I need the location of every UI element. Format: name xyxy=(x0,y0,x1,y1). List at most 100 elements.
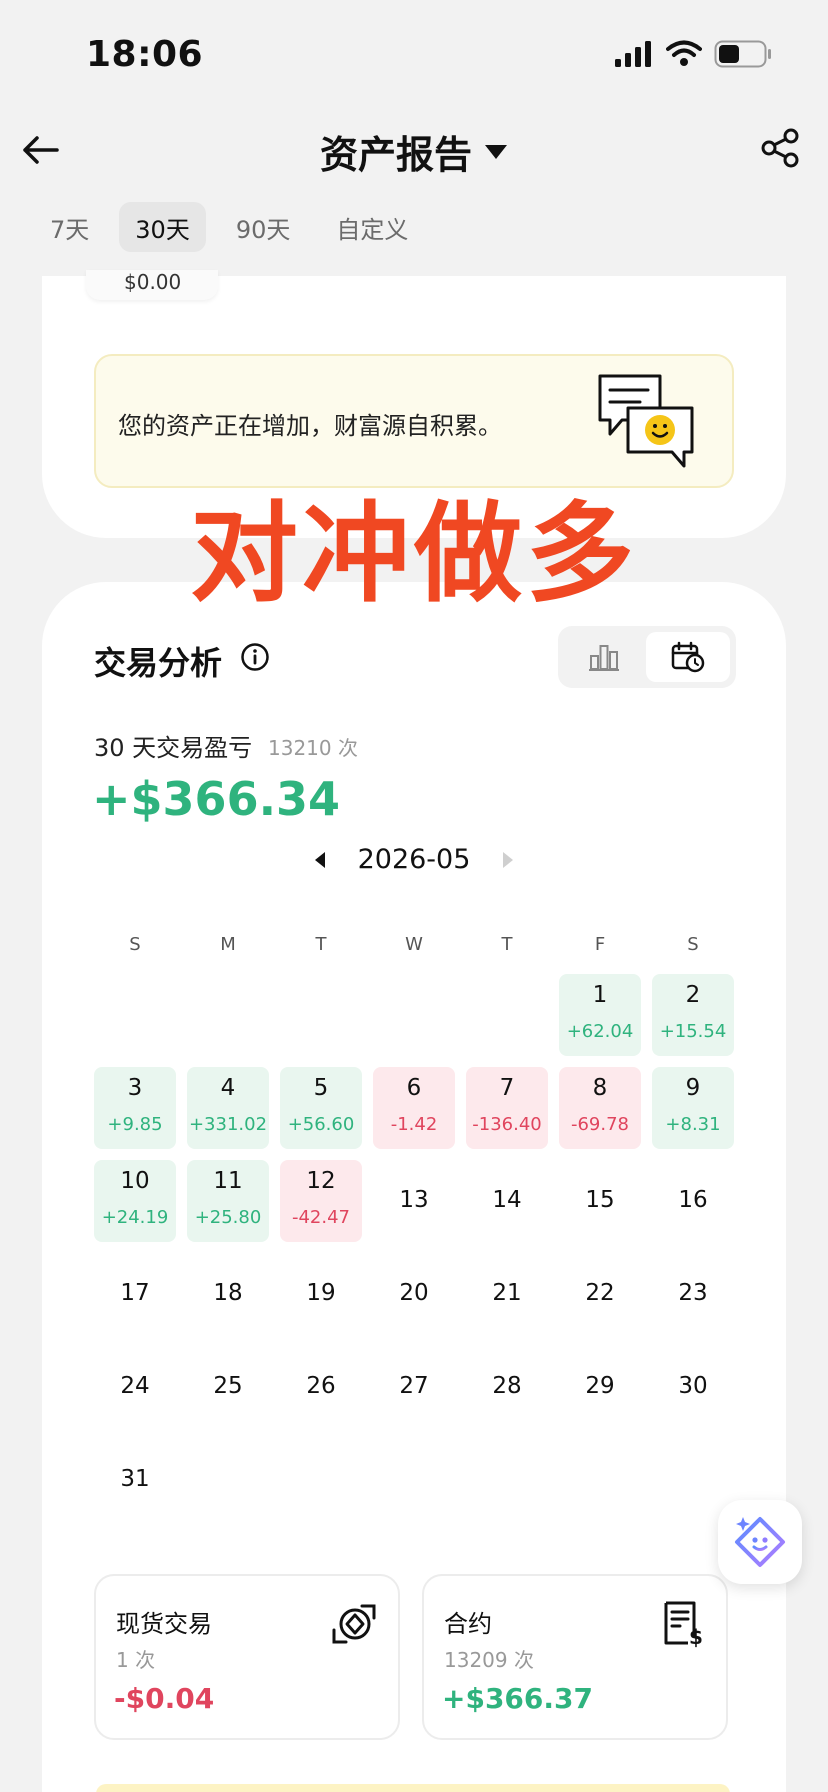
share-button[interactable] xyxy=(758,126,802,170)
spot-title: 现货交易 xyxy=(116,1610,212,1638)
day-pnl: +56.60 xyxy=(287,1114,355,1135)
calendar-day[interactable]: 1 +62.04 xyxy=(559,974,641,1056)
calendar-day[interactable]: 5 +56.60 xyxy=(280,1067,362,1149)
prev-month-button[interactable] xyxy=(310,848,330,872)
calendar-day[interactable]: 7 -136.40 xyxy=(466,1067,548,1149)
title-dropdown[interactable]: 资产报告 xyxy=(0,124,828,179)
day-pnl: +24.19 xyxy=(101,1207,169,1228)
day-number: 25 xyxy=(213,1373,243,1399)
day-number: 14 xyxy=(492,1187,522,1213)
bar-view-button[interactable] xyxy=(568,632,640,682)
calendar-day[interactable]: 9 +8.31 xyxy=(652,1067,734,1149)
overlay-slogan: 对冲做多 xyxy=(189,492,638,617)
calendar-day[interactable]: 3 +9.85 xyxy=(94,1067,176,1149)
day-number: 3 xyxy=(127,1075,143,1101)
day-number: 7 xyxy=(499,1075,515,1101)
weekday-tue: T xyxy=(315,934,327,955)
futures-title: 合约 xyxy=(444,1610,492,1638)
svg-text:$: $ xyxy=(689,1625,703,1648)
calendar-day[interactable]: 23 xyxy=(652,1253,734,1335)
calendar-clock-icon xyxy=(671,641,705,673)
day-number: 2 xyxy=(685,982,701,1008)
futures-count: 13209 次 xyxy=(444,1648,534,1672)
asset-banner: 您的资产正在增加，财富源自积累。 xyxy=(94,354,734,488)
status-icons xyxy=(614,40,772,68)
calendar-day[interactable]: 30 xyxy=(652,1346,734,1428)
calendar-day[interactable]: 27 xyxy=(373,1346,455,1428)
day-number: 15 xyxy=(585,1187,615,1213)
ai-assistant-icon xyxy=(735,1517,785,1567)
calendar-day[interactable]: 25 xyxy=(187,1346,269,1428)
futures-card[interactable]: 合约 13209 次 +$366.37 $ xyxy=(422,1574,728,1740)
day-number: 1 xyxy=(592,982,608,1008)
weekday-mon: M xyxy=(220,934,236,955)
calendar-day[interactable]: 20 xyxy=(373,1253,455,1335)
day-pnl: +62.04 xyxy=(566,1021,634,1042)
day-pnl: -69.78 xyxy=(570,1114,630,1135)
calendar-day[interactable]: 22 xyxy=(559,1253,641,1335)
wifi-icon xyxy=(666,40,702,66)
calendar-day[interactable]: 31 xyxy=(94,1439,176,1521)
month-label: 2026-05 xyxy=(357,844,471,875)
calendar-day[interactable]: 29 xyxy=(559,1346,641,1428)
signal-icon xyxy=(615,41,651,67)
calendar-day[interactable]: 26 xyxy=(280,1346,362,1428)
caret-down-icon xyxy=(485,144,507,159)
calendar-day[interactable]: 4 +331.02 xyxy=(187,1067,269,1149)
pnl-value: +$366.34 xyxy=(92,772,341,826)
futures-pnl: +$366.37 xyxy=(442,1682,593,1715)
page-title: 资产报告 xyxy=(319,133,472,177)
bottom-banner-edge xyxy=(96,1784,730,1792)
tab-30d[interactable]: 30天 xyxy=(119,202,206,252)
calendar-day[interactable]: 28 xyxy=(466,1346,548,1428)
weekday-thu: T xyxy=(501,934,513,955)
weekday-fri: F xyxy=(594,934,606,955)
calendar-day[interactable]: 15 xyxy=(559,1160,641,1242)
day-pnl: -136.40 xyxy=(472,1114,542,1135)
calendar-empty-cell xyxy=(373,974,455,1056)
next-month-button[interactable] xyxy=(498,848,518,872)
calendar-empty-cell xyxy=(280,974,362,1056)
day-pnl: +15.54 xyxy=(659,1021,727,1042)
spot-pnl: -$0.04 xyxy=(114,1682,215,1715)
calendar-day[interactable]: 14 xyxy=(466,1160,548,1242)
calendar-day[interactable]: 2 +15.54 xyxy=(652,974,734,1056)
day-number: 28 xyxy=(492,1373,522,1399)
view-toggle xyxy=(558,626,736,688)
calendar-day[interactable]: 21 xyxy=(466,1253,548,1335)
calendar-day[interactable]: 10 +24.19 xyxy=(94,1160,176,1242)
dollar-document-icon: $ xyxy=(664,1601,703,1648)
day-number: 20 xyxy=(399,1280,429,1306)
day-number: 23 xyxy=(678,1280,708,1306)
calendar-day[interactable]: 13 xyxy=(373,1160,455,1242)
month-navigator: 2026-05 xyxy=(42,844,786,875)
day-number: 31 xyxy=(120,1466,150,1492)
calendar-day[interactable]: 6 -1.42 xyxy=(373,1067,455,1149)
tab-custom[interactable]: 自定义 xyxy=(320,202,424,252)
calendar-day[interactable]: 16 xyxy=(652,1160,734,1242)
day-number: 21 xyxy=(492,1280,522,1306)
day-number: 6 xyxy=(406,1075,422,1101)
pnl-calendar: 1 +62.04 2 +15.54 3 +9.85 4 +331.02 5 +56.60 6 -1.4… xyxy=(94,974,734,1521)
calendar-day[interactable]: 12 -42.47 xyxy=(280,1160,362,1242)
spot-trading-card[interactable]: 现货交易 1 次 -$0.04 xyxy=(94,1574,400,1740)
day-pnl: +331.02 xyxy=(188,1114,268,1135)
day-pnl: -1.42 xyxy=(390,1114,438,1135)
calendar-day[interactable]: 18 xyxy=(187,1253,269,1335)
tab-7d[interactable]: 7天 xyxy=(34,202,105,252)
banner-text: 您的资产正在增加，财富源自积累。 xyxy=(118,412,502,440)
calendar-day[interactable]: 24 xyxy=(94,1346,176,1428)
info-icon[interactable] xyxy=(240,642,270,672)
tab-90d[interactable]: 90天 xyxy=(220,202,307,252)
ai-assistant-button[interactable] xyxy=(718,1500,802,1584)
calendar-day[interactable]: 11 +25.80 xyxy=(187,1160,269,1242)
calendar-day[interactable]: 17 xyxy=(94,1253,176,1335)
status-bar: 18:06 xyxy=(0,0,828,110)
calendar-day[interactable]: 19 xyxy=(280,1253,362,1335)
day-pnl: +25.80 xyxy=(194,1207,262,1228)
calendar-view-button[interactable] xyxy=(646,632,730,682)
calendar-day[interactable]: 8 -69.78 xyxy=(559,1067,641,1149)
spot-count: 1 次 xyxy=(116,1648,156,1672)
day-number: 13 xyxy=(399,1187,429,1213)
period-tabs: 7天 30天 90天 自定义 xyxy=(34,202,424,252)
